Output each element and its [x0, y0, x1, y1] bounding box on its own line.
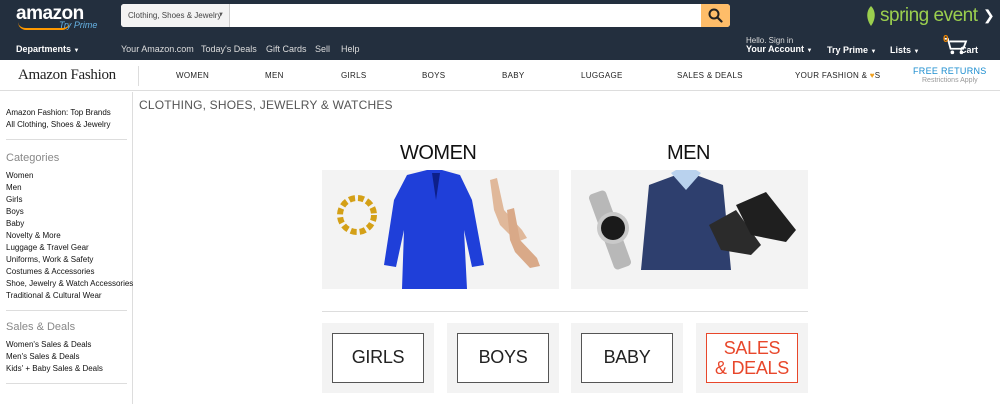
- sidebar-item-women[interactable]: Women: [6, 171, 33, 180]
- promo-text: spring event: [880, 5, 978, 26]
- try-prime-label: Try Prime: [827, 45, 869, 55]
- sidebar-item-men[interactable]: Men: [6, 183, 22, 192]
- nav-link-your-amazon[interactable]: Your Amazon.com: [121, 44, 194, 54]
- chevron-down-icon: ▼: [806, 48, 813, 54]
- fashion-nav-men[interactable]: MEN: [265, 71, 284, 80]
- spring-event-promo[interactable]: spring event: [862, 3, 1000, 29]
- fashion-nav-luggage[interactable]: LUGGAGE: [581, 71, 623, 80]
- sales-deals-heading: Sales & Deals: [6, 321, 76, 333]
- baby-box: BABY: [581, 333, 673, 383]
- baby-label: BABY: [603, 347, 651, 367]
- page-title: CLOTHING, SHOES, JEWELRY & WATCHES: [139, 98, 393, 112]
- try-prime-logo-link[interactable]: Try Prime: [59, 20, 97, 30]
- sidebar-item-kids-deals[interactable]: Kids' + Baby Sales & Deals: [6, 364, 103, 373]
- fashion-nav-girls[interactable]: GIRLS: [341, 71, 367, 80]
- fashion-nav-women[interactable]: WOMEN: [176, 71, 209, 80]
- search-button[interactable]: [701, 4, 730, 27]
- sidebar-link-all-clothing[interactable]: All Clothing, Shoes & Jewelry: [6, 120, 111, 129]
- sales-label: SALES: [723, 338, 781, 358]
- sales-deals-tile[interactable]: SALES & DEALS: [696, 323, 808, 393]
- free-returns-link[interactable]: FREE RETURNS: [913, 66, 987, 76]
- chevron-down-icon: ▼: [913, 49, 920, 55]
- sidebar-item-womens-deals[interactable]: Women's Sales & Deals: [6, 340, 91, 349]
- sidebar-link-top-brands[interactable]: Amazon Fashion: Top Brands: [6, 108, 111, 117]
- chevron-down-icon: ▼: [218, 12, 224, 18]
- search-category-label: Clothing, Shoes & Jewelry: [128, 11, 222, 20]
- amazon-fashion-logo[interactable]: Amazon Fashion: [18, 67, 116, 84]
- try-prime-menu[interactable]: Try Prime ▼: [827, 45, 877, 55]
- sidebar-item-baby[interactable]: Baby: [6, 219, 24, 228]
- divider: [6, 383, 127, 384]
- search-bar: Clothing, Shoes & Jewelry ▼: [121, 4, 730, 27]
- nav-link-help[interactable]: Help: [341, 44, 360, 54]
- sidebar-item-uniforms[interactable]: Uniforms, Work & Safety: [6, 255, 93, 264]
- sales-deals-box: SALES & DEALS: [706, 333, 798, 383]
- sidebar-item-traditional[interactable]: Traditional & Cultural Wear: [6, 291, 102, 300]
- cart-count: 0: [943, 34, 949, 45]
- girls-box: GIRLS: [332, 333, 424, 383]
- secondary-nav: Departments ▼ Your Amazon.com Today's De…: [0, 33, 1000, 60]
- sidebar-item-mens-deals[interactable]: Men's Sales & Deals: [6, 352, 80, 361]
- sidebar-item-shoe-accessories[interactable]: Shoe, Jewelry & Watch Accessories: [6, 279, 133, 288]
- cart-label: Cart: [960, 45, 979, 55]
- men-title: MEN: [667, 142, 710, 164]
- girls-tile[interactable]: GIRLS: [322, 323, 434, 393]
- sidebar: Amazon Fashion: Top Brands All Clothing,…: [0, 92, 133, 404]
- fashion-nav-sales-deals[interactable]: SALES & DEALS: [677, 71, 743, 80]
- leaf-icon: [867, 6, 875, 26]
- baby-tile[interactable]: BABY: [571, 323, 683, 393]
- women-products-image: [337, 170, 540, 289]
- account-menu[interactable]: Hello. Sign in Your Account ▼: [746, 36, 812, 56]
- fashion-nav-baby[interactable]: BABY: [502, 71, 525, 80]
- bracelet-icon: [337, 195, 377, 235]
- fashion-nav: Amazon Fashion WOMEN MEN GIRLS BOYS BABY…: [0, 60, 1000, 91]
- boys-label: BOYS: [478, 347, 528, 367]
- departments-menu[interactable]: Departments ▼: [16, 44, 79, 54]
- nav-link-sell[interactable]: Sell: [315, 44, 330, 54]
- chevron-right-icon[interactable]: ❯: [983, 7, 995, 24]
- boys-box: BOYS: [457, 333, 549, 383]
- account-label: Your Account: [746, 44, 804, 54]
- divider: [322, 311, 808, 312]
- nav-link-gift-cards[interactable]: Gift Cards: [266, 44, 307, 54]
- fashion-nav-boys[interactable]: BOYS: [422, 71, 445, 80]
- fashion-nav-your-fashion[interactable]: YOUR FASHION & ♥S: [795, 71, 880, 80]
- boys-tile[interactable]: BOYS: [447, 323, 559, 393]
- restrictions-note: Restrictions Apply: [922, 77, 978, 84]
- sidebar-item-luggage[interactable]: Luggage & Travel Gear: [6, 243, 89, 252]
- girls-label: GIRLS: [351, 347, 405, 367]
- chevron-down-icon: ▼: [73, 48, 80, 54]
- women-title: WOMEN: [400, 142, 477, 164]
- search-category-dropdown[interactable]: Clothing, Shoes & Jewelry ▼: [121, 4, 230, 27]
- your-fashion-label-end: S: [874, 71, 881, 80]
- sidebar-item-boys[interactable]: Boys: [6, 207, 24, 216]
- men-products-image: [588, 170, 796, 270]
- lists-label: Lists: [890, 45, 912, 55]
- watch-icon: [588, 190, 632, 270]
- your-fashion-label: YOUR FASHION &: [795, 71, 870, 80]
- men-tile[interactable]: [571, 170, 808, 289]
- divider: [6, 139, 127, 140]
- divider: [6, 310, 127, 311]
- lists-menu[interactable]: Lists ▼: [890, 45, 919, 55]
- divider: [138, 66, 139, 86]
- categories-heading: Categories: [6, 152, 60, 164]
- search-icon: [708, 8, 723, 23]
- nav-link-todays-deals[interactable]: Today's Deals: [201, 44, 257, 54]
- chevron-down-icon: ▼: [870, 49, 877, 55]
- departments-label: Departments: [16, 44, 72, 54]
- top-header: amazon Try Prime Clothing, Shoes & Jewel…: [0, 0, 1000, 60]
- women-tile[interactable]: [322, 170, 559, 289]
- amazon-logo[interactable]: amazon Try Prime: [16, 4, 97, 30]
- sidebar-item-girls[interactable]: Girls: [6, 195, 22, 204]
- sidebar-item-novelty[interactable]: Novelty & More: [6, 231, 61, 240]
- deals-label: & DEALS: [715, 358, 789, 378]
- sidebar-item-costumes[interactable]: Costumes & Accessories: [6, 267, 94, 276]
- search-input[interactable]: [231, 4, 701, 27]
